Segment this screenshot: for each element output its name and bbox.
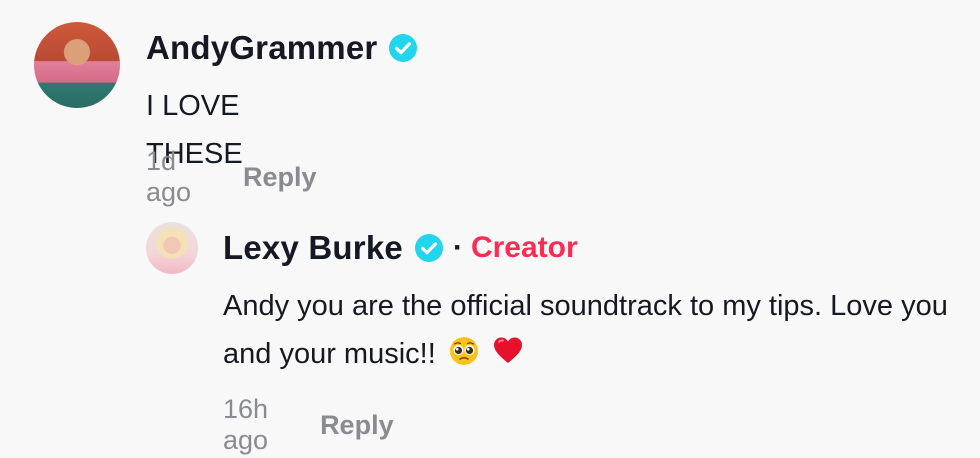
verified-badge-icon — [389, 34, 418, 62]
creator-badge: Creator — [470, 231, 578, 264]
red-heart-emoji-icon — [493, 337, 522, 363]
comment-text: Andy you are the official soundtrack to … — [223, 282, 953, 378]
username[interactable]: AndyGrammer — [146, 29, 377, 67]
reply-button[interactable]: Reply — [243, 162, 317, 193]
comment-header: AndyGrammer — [146, 26, 418, 70]
timestamp: 1d ago — [146, 146, 192, 207]
pleading-face-emoji-icon — [449, 337, 478, 365]
comment-text-content: Andy you are the official soundtrack to … — [223, 290, 948, 370]
verified-badge-icon — [414, 234, 443, 262]
username[interactable]: Lexy Burke — [223, 229, 403, 267]
comment-header: Lexy Burke · Creator — [223, 226, 578, 270]
timestamp: 16h ago — [223, 394, 269, 455]
avatar[interactable] — [34, 22, 120, 108]
reply-button[interactable]: Reply — [320, 410, 394, 441]
separator-dot: · — [452, 231, 463, 264]
comment-meta: 1d ago Reply — [146, 146, 317, 208]
comment-meta: 16h ago Reply — [223, 394, 394, 456]
avatar[interactable] — [146, 222, 198, 274]
